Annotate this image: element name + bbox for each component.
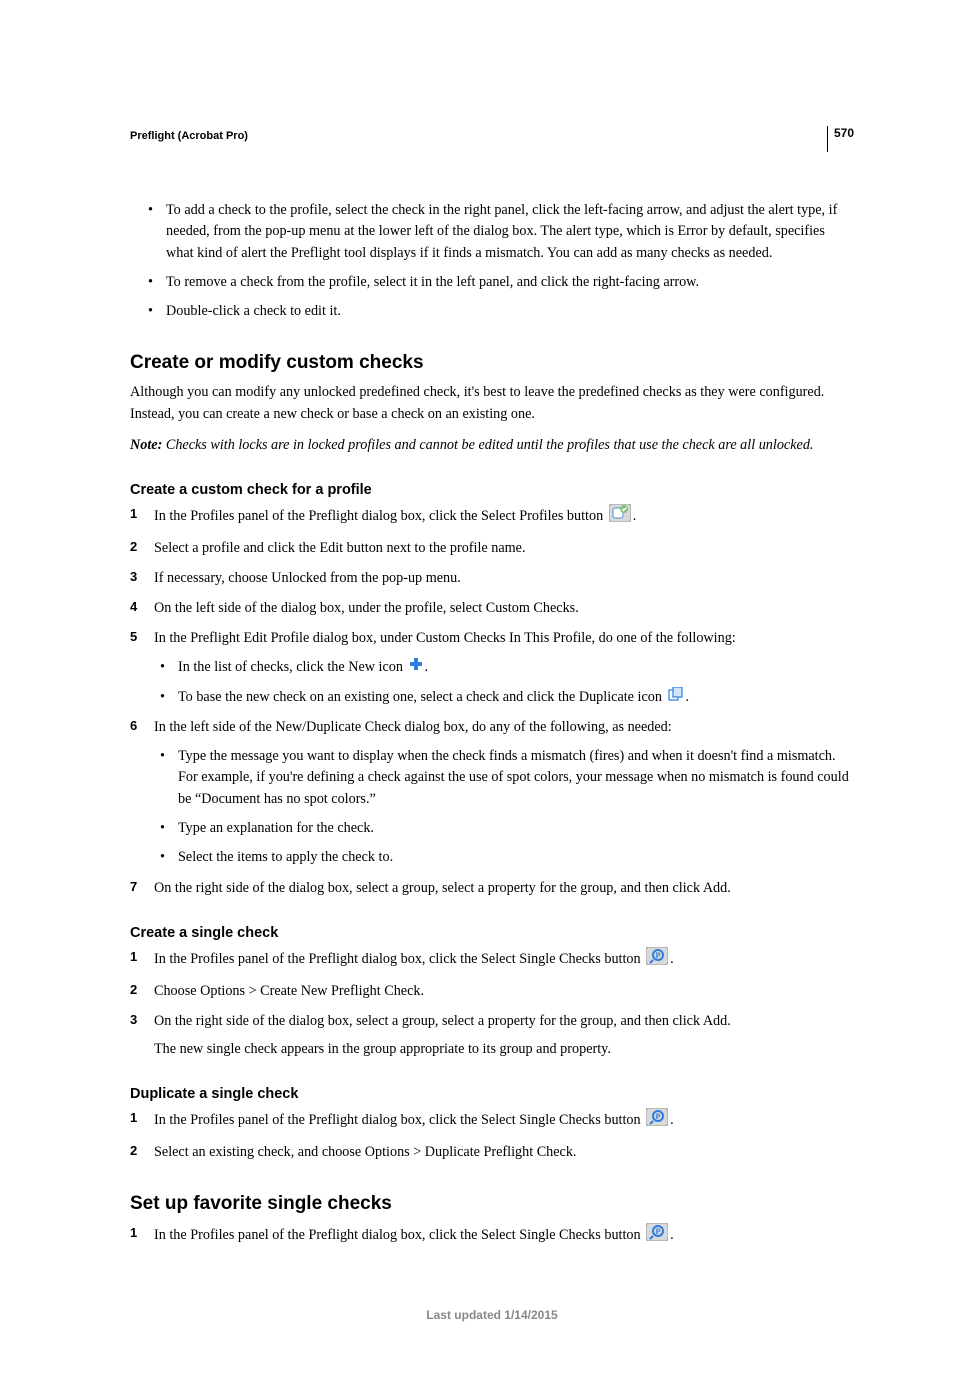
new-icon	[409, 657, 423, 678]
list-item: In the list of checks, click the New ico…	[178, 657, 854, 678]
step-note: The new single check appears in the grou…	[154, 1038, 854, 1060]
select-single-checks-icon: P	[646, 1108, 668, 1133]
svg-text:P: P	[656, 1112, 661, 1121]
heading-create-custom-profile: Create a custom check for a profile	[130, 482, 854, 498]
select-profiles-icon	[609, 504, 631, 529]
sub-bullets: In the list of checks, click the New ico…	[154, 657, 854, 708]
note-paragraph: Note: Checks with locks are in locked pr…	[130, 435, 854, 456]
bullet-text-tail: .	[686, 689, 690, 705]
select-single-checks-icon: P	[646, 1223, 668, 1248]
page-number: 570	[827, 126, 854, 152]
step: Select a profile and click the Edit butt…	[130, 537, 854, 559]
heading-duplicate-single: Duplicate a single check	[130, 1086, 854, 1102]
step: In the left side of the New/Duplicate Ch…	[130, 716, 854, 868]
step-text-tail: .	[633, 508, 637, 524]
list-item: Select the items to apply the check to.	[178, 847, 854, 868]
step: In the Profiles panel of the Preflight d…	[130, 947, 854, 972]
step: On the right side of the dialog box, sel…	[130, 877, 854, 899]
step: In the Profiles panel of the Preflight d…	[130, 504, 854, 529]
step: Select an existing check, and choose Opt…	[130, 1141, 854, 1163]
step-text-tail: .	[670, 1111, 674, 1127]
step-text-tail: .	[670, 950, 674, 966]
footer-last-updated: Last updated 1/14/2015	[130, 1308, 854, 1322]
step-text: In the Profiles panel of the Preflight d…	[154, 1226, 644, 1242]
intro-paragraph: Although you can modify any unlocked pre…	[130, 382, 854, 425]
sub-bullets: Type the message you want to display whe…	[154, 746, 854, 868]
note-lead: Note:	[130, 437, 162, 453]
bullet-text: In the list of checks, click the New ico…	[178, 659, 407, 675]
steps-duplicate-single: In the Profiles panel of the Preflight d…	[130, 1108, 854, 1163]
heading-favorite-single: Set up favorite single checks	[130, 1193, 854, 1215]
step-text: On the right side of the dialog box, sel…	[154, 1013, 731, 1029]
note-body: Checks with locks are in locked profiles…	[162, 437, 813, 453]
top-bullet-list: To add a check to the profile, select th…	[130, 200, 854, 322]
steps-create-custom-profile: In the Profiles panel of the Preflight d…	[130, 504, 854, 898]
svg-text:P: P	[656, 951, 661, 960]
heading-create-single: Create a single check	[130, 925, 854, 941]
steps-favorite-single: In the Profiles panel of the Preflight d…	[130, 1223, 854, 1248]
list-item: To base the new check on an existing one…	[178, 687, 854, 708]
step-text: In the Profiles panel of the Preflight d…	[154, 1111, 644, 1127]
step-text-tail: .	[670, 1226, 674, 1242]
heading-create-modify: Create or modify custom checks	[130, 352, 854, 374]
step: In the Profiles panel of the Preflight d…	[130, 1223, 854, 1248]
list-item: Double-click a check to edit it.	[166, 301, 854, 322]
step-text: In the Profiles panel of the Preflight d…	[154, 508, 607, 524]
list-item: Type the message you want to display whe…	[178, 746, 854, 810]
step: Choose Options > Create New Preflight Ch…	[130, 980, 854, 1002]
step-text: In the Profiles panel of the Preflight d…	[154, 950, 644, 966]
step: On the left side of the dialog box, unde…	[130, 597, 854, 619]
list-item: Type an explanation for the check.	[178, 818, 854, 839]
select-single-checks-icon: P	[646, 947, 668, 972]
list-item: To remove a check from the profile, sele…	[166, 272, 854, 293]
steps-create-single: In the Profiles panel of the Preflight d…	[130, 947, 854, 1060]
step-text: In the left side of the New/Duplicate Ch…	[154, 719, 672, 735]
duplicate-icon	[668, 687, 684, 708]
step: In the Profiles panel of the Preflight d…	[130, 1108, 854, 1133]
step: On the right side of the dialog box, sel…	[130, 1010, 854, 1060]
step: If necessary, choose Unlocked from the p…	[130, 567, 854, 589]
bullet-text-tail: .	[425, 659, 429, 675]
step: In the Preflight Edit Profile dialog box…	[130, 627, 854, 708]
svg-text:P: P	[656, 1227, 661, 1236]
bullet-text: To base the new check on an existing one…	[178, 689, 666, 705]
list-item: To add a check to the profile, select th…	[166, 200, 854, 264]
step-text: In the Preflight Edit Profile dialog box…	[154, 630, 736, 646]
running-head: Preflight (Acrobat Pro)	[130, 130, 854, 142]
